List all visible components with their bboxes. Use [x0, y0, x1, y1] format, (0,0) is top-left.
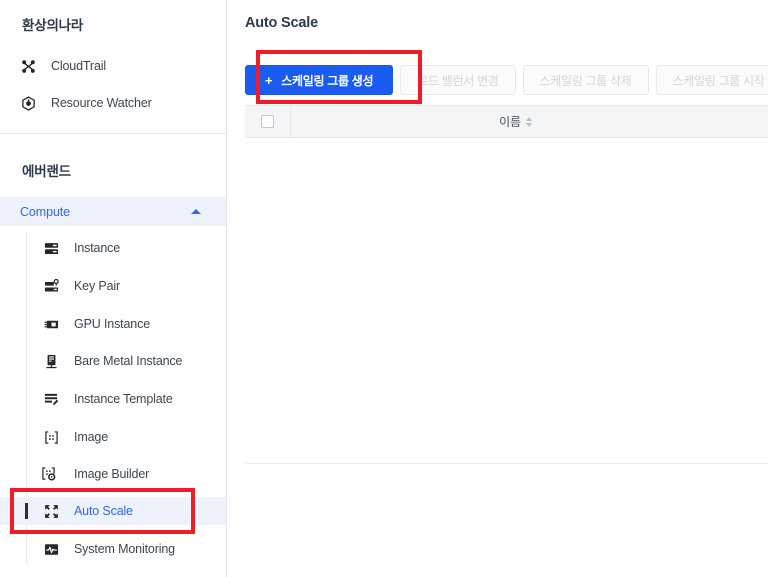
sidebar-item-label: GPU Instance: [74, 317, 151, 331]
sidebar-brand-title: 환상의나라: [22, 18, 84, 33]
sort-ascending-icon: [525, 116, 532, 121]
sidebar-item-image-builder[interactable]: Image Builder: [0, 460, 226, 488]
sidebar-item-label: CloudTrail: [51, 59, 107, 73]
sidebar-item-label: Instance: [74, 241, 121, 255]
page-title: Auto Scale: [245, 15, 318, 31]
key-pair-icon: [41, 276, 61, 296]
table-header-name-cell[interactable]: 이름: [291, 113, 740, 130]
gpu-instance-icon: [41, 314, 61, 334]
sidebar-item-image[interactable]: Image: [0, 423, 226, 451]
sidebar-divider: [0, 133, 226, 134]
table-header-name-label: 이름: [499, 115, 521, 129]
sidebar-item-label: Instance Template: [74, 392, 173, 406]
sidebar-item-key-pair[interactable]: Key Pair: [0, 272, 226, 300]
delete-scaling-group-button: 스케일링 그룹 삭제: [522, 65, 649, 95]
sidebar-item-label: Image Builder: [74, 467, 150, 481]
table-header-row: 이름: [245, 105, 768, 138]
sidebar-project-title: 에버랜드: [22, 164, 71, 179]
instance-icon: [41, 238, 61, 258]
bare-metal-instance-icon: [41, 351, 61, 371]
sidebar-item-label: Bare Metal Instance: [74, 354, 183, 368]
sidebar-item-instance-template[interactable]: Instance Template: [0, 385, 226, 413]
change-load-balancer-label: 로드 밸런서 변경: [417, 73, 499, 88]
start-scaling-group-label: 스케일링 그룹 시작: [672, 73, 765, 88]
main-content: Auto Scale + 스케일링 그룹 생성 로드 밸런서 변경 스케일링 그…: [227, 0, 768, 577]
auto-scale-icon: [41, 501, 61, 521]
instance-template-icon: [41, 389, 61, 409]
sidebar: 환상의나라 CloudTrail Resource Watcher 에버랜드 C…: [0, 0, 227, 577]
chevron-up-icon[interactable]: [191, 209, 201, 214]
plus-icon: +: [265, 72, 273, 88]
resource-watcher-icon: [18, 93, 38, 113]
sidebar-item-system-monitoring[interactable]: System Monitoring: [0, 535, 226, 563]
sidebar-group-label: Compute: [20, 204, 71, 219]
sidebar-item-label: Auto Scale: [74, 504, 133, 518]
table-toolbar: + 스케일링 그룹 생성 로드 밸런서 변경 스케일링 그룹 삭제 스케일링 그…: [245, 65, 768, 95]
sidebar-group-compute[interactable]: Compute: [0, 197, 226, 226]
table-bottom-divider: [245, 463, 768, 464]
table-header-select-all-cell[interactable]: [245, 105, 291, 138]
sort-descending-icon: [525, 122, 532, 127]
create-scaling-group-button[interactable]: + 스케일링 그룹 생성: [245, 65, 394, 95]
sidebar-item-label: System Monitoring: [74, 542, 175, 556]
select-all-checkbox[interactable]: [261, 115, 274, 128]
delete-scaling-group-label: 스케일링 그룹 삭제: [539, 73, 632, 88]
sidebar-item-label: Resource Watcher: [51, 96, 152, 110]
sidebar-item-auto-scale[interactable]: Auto Scale: [0, 497, 226, 525]
system-monitoring-icon: [41, 539, 61, 559]
cloudtrail-icon: [18, 56, 38, 76]
sidebar-item-resource-watcher[interactable]: Resource Watcher: [0, 89, 226, 117]
auto-scale-console-page: 환상의나라 CloudTrail Resource Watcher 에버랜드 C…: [0, 0, 768, 577]
sort-icon[interactable]: [525, 116, 532, 127]
create-scaling-group-label: 스케일링 그룹 생성: [281, 73, 374, 88]
image-icon: [41, 427, 61, 447]
sidebar-item-label: Image: [74, 430, 108, 444]
sidebar-item-bare-metal-instance[interactable]: Bare Metal Instance: [0, 347, 226, 375]
sidebar-item-gpu-instance[interactable]: GPU Instance: [0, 310, 226, 338]
image-builder-icon: [42, 467, 56, 481]
start-scaling-group-button: 스케일링 그룹 시작: [655, 65, 768, 95]
active-indicator-bar: [25, 503, 28, 519]
sidebar-item-label: Key Pair: [74, 279, 121, 293]
change-load-balancer-button: 로드 밸런서 변경: [400, 65, 516, 95]
sidebar-item-instance[interactable]: Instance: [0, 234, 226, 262]
sidebar-item-cloudtrail[interactable]: CloudTrail: [0, 52, 226, 80]
